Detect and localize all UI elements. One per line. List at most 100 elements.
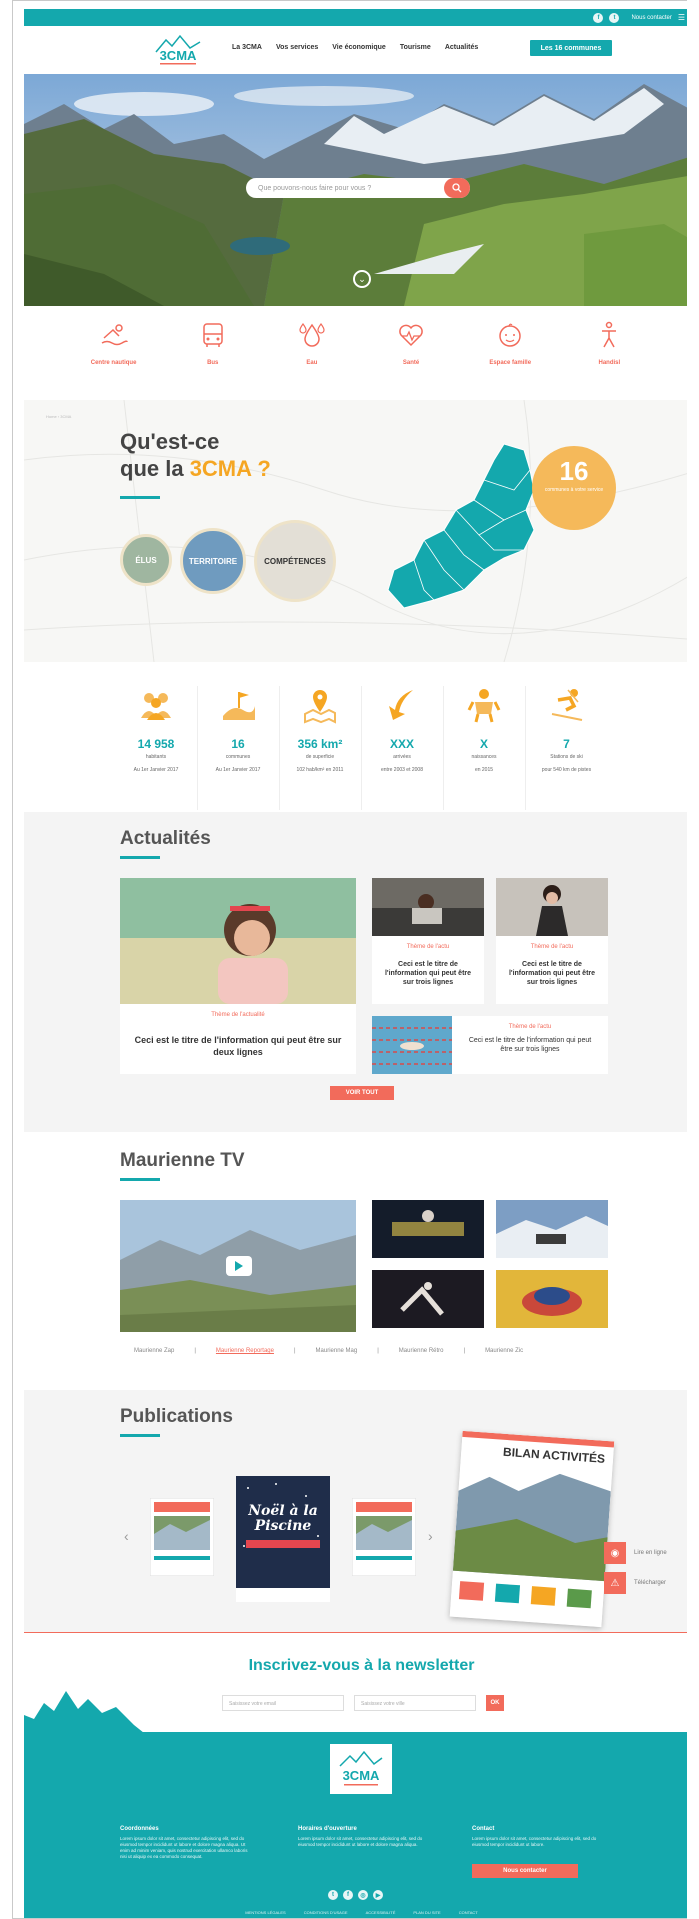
news-section: Actualités Thème de l'actualité Ceci est…: [24, 812, 687, 1132]
service-handisl[interactable]: Handisl: [569, 320, 649, 390]
communes-button[interactable]: Les 16 communes: [530, 40, 612, 56]
stat-label: habitants: [145, 754, 167, 760]
title-underline: [120, 856, 160, 859]
footer-heading: Contact: [472, 1826, 495, 1832]
tab-retro[interactable]: Maurienne Rétro: [399, 1348, 444, 1354]
video-thumbnail: [372, 1200, 484, 1258]
tab-reportage[interactable]: Maurienne Reportage: [216, 1348, 274, 1354]
play-button[interactable]: [226, 1256, 252, 1276]
email-field[interactable]: Saisissez votre email: [222, 1695, 344, 1711]
service-label: Handisl: [598, 360, 621, 366]
badge-text: communes à votre service: [544, 487, 604, 493]
see-all-button[interactable]: VOIR TOUT: [330, 1086, 394, 1100]
search-input[interactable]: Que pouvons-nous faire pour vous ?: [258, 185, 371, 192]
city-field[interactable]: Saisissez votre ville: [354, 1695, 476, 1711]
nav-item-actualites[interactable]: Actualités: [445, 44, 478, 51]
stat-superficie: 356 km² de superficie 102 hab/km² en 201…: [280, 686, 362, 810]
stat-label: naissances: [471, 754, 497, 760]
scroll-down-button[interactable]: ⌄: [353, 270, 371, 288]
bubble-territoire[interactable]: TERRITOIRE: [180, 528, 246, 594]
video-thumb[interactable]: [372, 1270, 484, 1328]
footer-link[interactable]: CONTACT: [459, 1910, 478, 1915]
youtube-icon[interactable]: ▶: [373, 1890, 383, 1900]
tab-zap[interactable]: Maurienne Zap: [134, 1348, 174, 1354]
nav-item-services[interactable]: Vos services: [276, 44, 318, 51]
stat-label: arrivées: [393, 754, 411, 760]
publication-cover[interactable]: [352, 1498, 416, 1576]
video-thumb[interactable]: [496, 1270, 608, 1328]
read-online-button[interactable]: ◉: [604, 1542, 626, 1564]
contact-link[interactable]: Nous contacter: [631, 15, 671, 21]
bus-icon: [202, 323, 223, 347]
twitter-icon[interactable]: t: [328, 1890, 338, 1900]
service-label: Santé: [402, 360, 420, 366]
search-button[interactable]: [444, 178, 470, 198]
communes-badge[interactable]: 16 communes à votre service: [532, 446, 616, 530]
nav-item-3cma[interactable]: La 3CMA: [232, 44, 262, 51]
service-bus[interactable]: Bus: [173, 320, 253, 390]
search-icon: [452, 183, 462, 193]
stat-value: 14 958: [137, 737, 175, 751]
twitter-icon[interactable]: t: [609, 12, 620, 23]
service-eau[interactable]: Eau: [272, 320, 352, 390]
stat-label: de superficie: [305, 754, 335, 760]
read-online-label[interactable]: Lire en ligne: [634, 1550, 667, 1556]
download-button[interactable]: ⚠: [604, 1572, 626, 1594]
badge-number: 16: [559, 456, 589, 486]
service-espace-famille[interactable]: Espace famille: [470, 320, 550, 390]
stat-sub: entre 2003 et 2008: [381, 767, 423, 773]
chevron-left-icon[interactable]: ‹: [124, 1528, 129, 1544]
service-centre-nautique[interactable]: Centre nautique: [74, 320, 154, 390]
video-main[interactable]: [120, 1200, 356, 1332]
instagram-icon[interactable]: ◎: [358, 1890, 368, 1900]
publication-cover-featured[interactable]: Noël à la Piscine: [236, 1476, 330, 1602]
stat-value: X: [479, 737, 488, 751]
video-thumbnail: [496, 1270, 608, 1328]
footer-col-contact: Contact Lorem ipsum dolor sit amet, cons…: [472, 1826, 602, 1848]
chevron-right-icon[interactable]: ›: [428, 1528, 433, 1544]
news-card-main[interactable]: Thème de l'actualité Ceci est le titre d…: [120, 878, 356, 1074]
stat-sub: Au 1er Janvier 2017: [215, 767, 261, 773]
bubble-elus[interactable]: ÉLUS: [120, 534, 172, 586]
logo[interactable]: 3CMA: [150, 32, 206, 70]
news-card-small[interactable]: Thème de l'actu Ceci est le titre de l'i…: [372, 878, 484, 1004]
footer-link[interactable]: ACCESSIBILITÉ: [366, 1910, 396, 1915]
tab-mag[interactable]: Maurienne Mag: [316, 1348, 358, 1354]
featured-publication[interactable]: BILAN ACTIVITÉS: [449, 1430, 615, 1628]
service-label: Bus: [207, 360, 219, 366]
footer-link[interactable]: CONDITIONS D'USAGE: [304, 1910, 348, 1915]
news-card-small[interactable]: Thème de l'actu Ceci est le titre de l'i…: [496, 878, 608, 1004]
water-drop-icon: [299, 322, 325, 347]
news-title: Actualités: [120, 828, 211, 849]
bubble-competences[interactable]: COMPÉTENCES: [254, 520, 336, 602]
facebook-icon[interactable]: f: [593, 12, 604, 23]
footer-link[interactable]: MENTIONS LÉGALES: [245, 1910, 285, 1915]
service-sante[interactable]: Santé: [371, 320, 451, 390]
news-theme: Thème de l'actu: [530, 944, 574, 950]
footer-link[interactable]: PLAN DU SITE: [413, 1910, 440, 1915]
news-card-wide[interactable]: Thème de l'actu Ceci est le titre de l'i…: [372, 1016, 608, 1074]
people-icon: [141, 693, 171, 720]
footer-text: Lorem ipsum dolor sit amet, consectetur …: [472, 1836, 597, 1847]
publication-cover[interactable]: [150, 1498, 214, 1576]
contact-button[interactable]: Nous contacter: [472, 1864, 578, 1878]
breadcrumb[interactable]: Home › 3CMA: [46, 414, 71, 419]
footer-heading: Coordonnées: [120, 1826, 159, 1832]
video-thumb[interactable]: [496, 1200, 608, 1258]
title-underline: [120, 496, 160, 499]
stat-sub: en 2015: [474, 767, 494, 773]
subscribe-button[interactable]: OK: [486, 1695, 504, 1711]
footer-logo[interactable]: 3CMA: [330, 1744, 392, 1794]
nav-item-tourisme[interactable]: Tourisme: [400, 44, 431, 51]
stat-value: XXX: [389, 737, 414, 751]
download-label[interactable]: Télécharger: [634, 1580, 666, 1586]
tab-zic[interactable]: Maurienne Zic: [485, 1348, 523, 1354]
skier-icon: [551, 689, 582, 721]
tv-title: Maurienne TV: [120, 1150, 245, 1171]
chevron-down-icon: ⌄: [358, 273, 366, 284]
nav-item-economie[interactable]: Vie économique: [332, 44, 386, 51]
menu-icon[interactable]: ☰: [678, 13, 685, 22]
video-thumb[interactable]: [372, 1200, 484, 1258]
accessibility-icon: [602, 321, 617, 348]
facebook-icon[interactable]: f: [343, 1890, 353, 1900]
